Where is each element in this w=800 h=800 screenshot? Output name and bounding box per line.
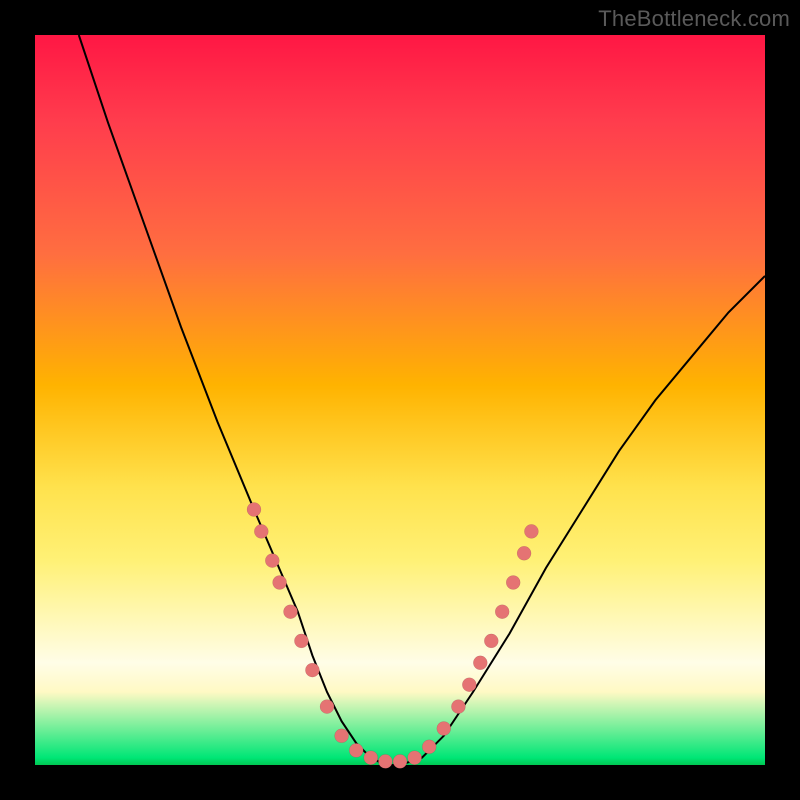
curve-marker — [484, 634, 498, 648]
chart-svg — [35, 35, 765, 765]
curve-marker — [284, 605, 298, 619]
curve-marker — [517, 546, 531, 560]
curve-marker — [294, 634, 308, 648]
curve-marker — [462, 678, 476, 692]
curve-marker — [335, 729, 349, 743]
curve-marker — [254, 524, 268, 538]
curve-marker — [378, 754, 392, 768]
curve-marker — [247, 503, 261, 517]
bottleneck-curve — [79, 35, 765, 765]
curve-marker — [473, 656, 487, 670]
curve-marker — [495, 605, 509, 619]
curve-marker — [506, 576, 520, 590]
curve-marker — [422, 740, 436, 754]
curve-marker — [265, 554, 279, 568]
curve-marker — [320, 700, 334, 714]
marker-group — [247, 503, 538, 769]
plot-area — [35, 35, 765, 765]
curve-marker — [451, 700, 465, 714]
curve-group — [79, 35, 765, 765]
curve-marker — [305, 663, 319, 677]
curve-marker — [349, 743, 363, 757]
watermark-text: TheBottleneck.com — [598, 6, 790, 32]
chart-frame: TheBottleneck.com — [0, 0, 800, 800]
curve-marker — [437, 722, 451, 736]
curve-marker — [524, 524, 538, 538]
curve-marker — [393, 754, 407, 768]
curve-marker — [364, 751, 378, 765]
curve-marker — [273, 576, 287, 590]
curve-marker — [408, 751, 422, 765]
